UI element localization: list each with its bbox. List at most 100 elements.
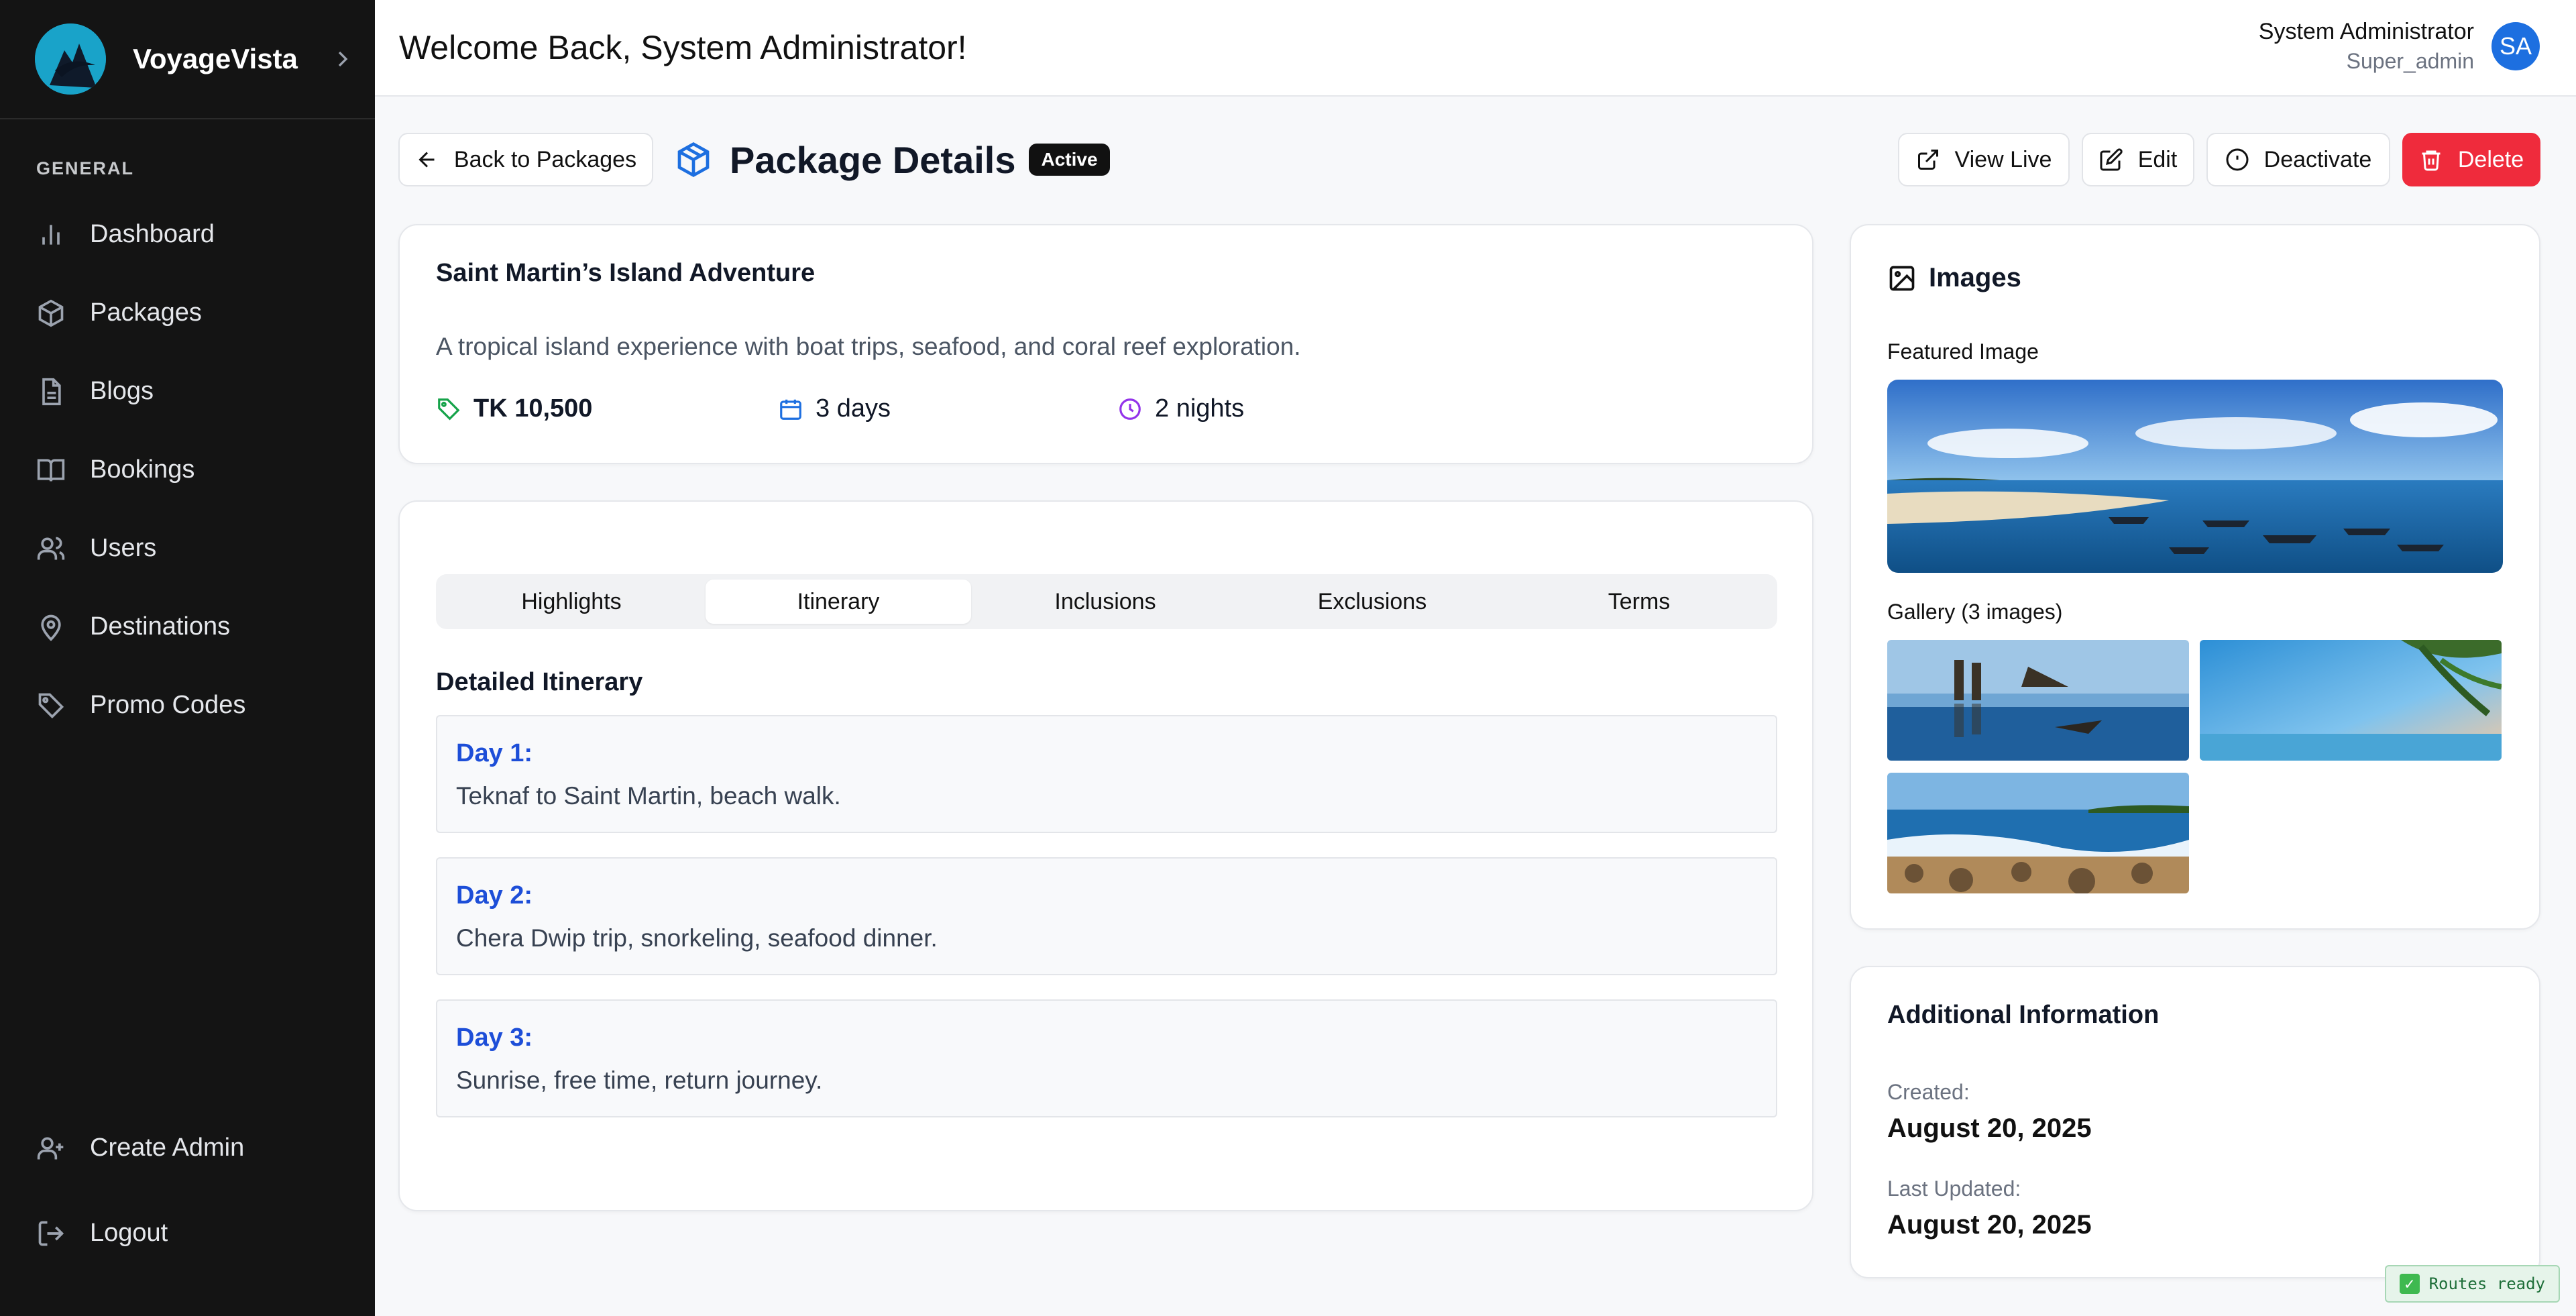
tab-highlights[interactable]: Highlights [439,580,704,624]
trash-icon [2422,150,2441,171]
deactivate-button[interactable]: Deactivate [2206,133,2390,186]
bar-chart-icon [42,224,60,245]
section-label: GENERAL [36,158,135,178]
images-title: Images [1887,263,2021,293]
brand[interactable]: VoyageVista [0,0,375,119]
sidebar-item-bookings[interactable]: Bookings [0,431,375,509]
sidebar-item-label: Users [90,534,157,562]
sidebar-item-label: Destinations [90,612,231,641]
day-label: Day 2: [456,881,533,910]
sidebar-item-promo-codes[interactable]: Promo Codes [0,666,375,745]
sidebar-item-logout[interactable]: Logout [0,1191,375,1276]
sidebar-item-label: Create Admin [90,1134,245,1162]
tab-itinerary[interactable]: Itinerary [706,580,971,624]
tab-list: Highlights Itinerary Inclusions Exclusio… [436,574,1777,629]
delete-button[interactable]: Delete [2402,133,2540,186]
edit-button[interactable]: Edit [2082,133,2194,186]
edit-label: Edit [2137,146,2178,172]
day-text: Sunrise, free time, return journey. [456,1066,823,1094]
itinerary-day: Day 3: Sunrise, free time, return journe… [436,999,1777,1117]
tab-inclusions[interactable]: Inclusions [972,580,1238,624]
package-summary-card: Saint Martin’s Island Adventure A tropic… [398,224,1813,464]
gallery-image[interactable] [1887,773,2189,893]
nights-value: 2 nights [1155,394,1245,423]
image-icon [1889,266,1915,290]
day-label: Day 1: [456,739,533,767]
sidebar-item-blogs[interactable]: Blogs [0,352,375,431]
topbar: Welcome Back, System Administrator! Syst… [375,0,2576,97]
sidebar-item-label: Bookings [90,455,195,484]
calendar-icon [780,399,801,420]
package-name: Saint Martin’s Island Adventure [436,259,816,287]
delete-label: Delete [2457,146,2524,172]
itinerary-day: Day 1: Teknaf to Saint Martin, beach wal… [436,715,1777,833]
sidebar-item-users[interactable]: Users [0,509,375,588]
toast-text: Routes ready [2428,1274,2545,1293]
tag-icon [38,693,64,718]
status-badge: Active [1029,144,1110,176]
day-text: Chera Dwip trip, snorkeling, seafood din… [456,924,938,952]
gallery-label: Gallery (3 images) [1887,600,2063,624]
gallery-image[interactable] [2200,640,2502,761]
details-card: Highlights Itinerary Inclusions Exclusio… [398,500,1813,1211]
duration-days: 3 days [778,394,891,423]
user-menu[interactable]: System Administrator Super_admin SA [2259,19,2540,74]
arrow-left-icon [418,152,435,168]
duration-nights: 2 nights [1117,394,1244,423]
avatar[interactable]: SA [2491,22,2540,70]
sidebar-bottom: Create Admin Logout [0,1105,375,1316]
days-value: 3 days [816,394,891,423]
sidebar-item-packages[interactable]: Packages [0,274,375,352]
deactivate-label: Deactivate [2263,146,2372,172]
user-role: Super_admin [2346,49,2474,73]
page-header: Package Details Active [675,138,1110,181]
created-label: Created: [1887,1080,1970,1104]
external-link-icon [1917,150,1938,170]
user-plus-icon [37,1137,64,1159]
back-to-packages-button[interactable]: Back to Packages [398,133,653,186]
user-name: System Administrator [2258,19,2474,44]
map-pin-icon [41,614,61,641]
images-title-text: Images [1929,263,2021,292]
book-icon [37,459,65,482]
page-title: Package Details [730,138,1016,181]
palm-beach-image [2200,640,2502,761]
users-icon [37,537,65,559]
view-live-button[interactable]: View Live [1898,133,2070,186]
sidebar-item-label: Packages [90,298,202,327]
featured-image[interactable] [1887,380,2503,573]
sidebar: VoyageVista GENERAL Dashboard Packages B… [0,0,375,1316]
itinerary-day: Day 2: Chera Dwip trip, snorkeling, seaf… [436,857,1777,975]
featured-image-label: Featured Image [1887,339,2039,364]
updated-value: August 20, 2025 [1887,1210,2092,1240]
tab-exclusions[interactable]: Exclusions [1239,580,1505,624]
chevron-right-icon[interactable] [329,46,356,72]
sidebar-item-create-admin[interactable]: Create Admin [0,1105,375,1191]
itinerary-title: Detailed Itinerary [436,668,643,696]
package-icon [677,142,710,178]
check-icon: ✓ [2399,1274,2420,1294]
tab-terms[interactable]: Terms [1506,580,1772,624]
sidebar-item-label: Logout [90,1219,168,1247]
sidebar-item-label: Blogs [90,377,154,405]
edit-icon [2100,148,2123,171]
package-icon [38,299,64,327]
view-live-label: View Live [1954,146,2052,172]
day-label: Day 3: [456,1024,533,1052]
day-text: Teknaf to Saint Martin, beach walk. [456,782,841,810]
sidebar-nav: Dashboard Packages Blogs Bookings Users … [0,195,375,745]
logo-icon [35,23,106,95]
sidebar-item-label: Dashboard [90,220,215,248]
beach-boats-image [1887,380,2503,573]
price-value: TK 10,500 [473,394,593,423]
sidebar-item-destinations[interactable]: Destinations [0,588,375,666]
package-description: A tropical island experience with boat t… [436,333,1301,360]
additional-info-card: Additional Information Created: August 2… [1850,966,2540,1278]
user-info: System Administrator Super_admin [2259,19,2474,74]
sidebar-item-dashboard[interactable]: Dashboard [0,195,375,274]
gallery-image[interactable] [1887,640,2189,761]
routes-ready-toast: ✓ Routes ready [2384,1265,2560,1303]
images-card: Images Featured Image Gallery (3 images) [1850,224,2540,930]
back-label: Back to Packages [453,146,637,172]
shore-people-image [1887,640,2189,761]
